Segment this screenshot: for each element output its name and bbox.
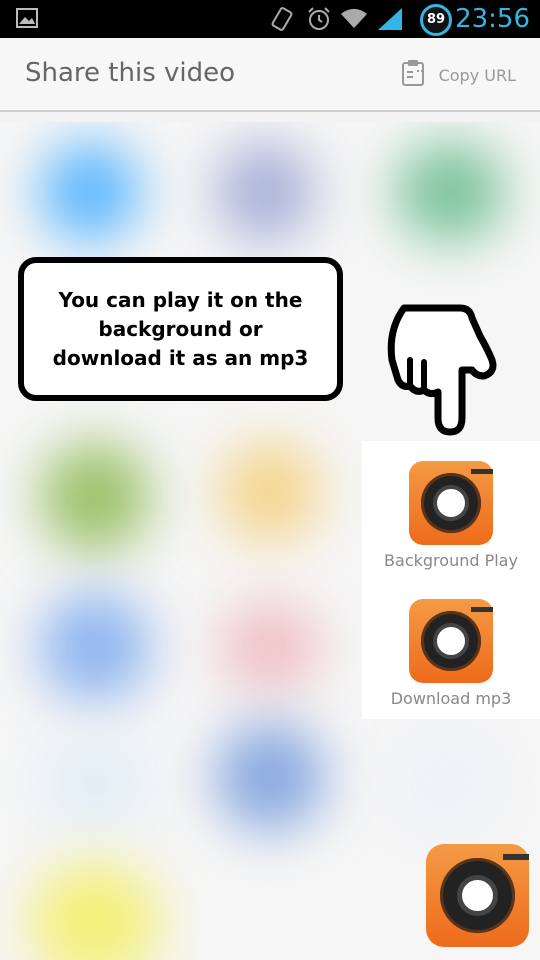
- blurred-app-icon: [220, 602, 320, 692]
- camera-lens-icon: [409, 599, 493, 683]
- option-label: Background Play: [384, 551, 518, 570]
- wifi-icon: [339, 6, 369, 35]
- share-header: Share this video Copy URL: [0, 38, 540, 112]
- copy-url-label: Copy URL: [438, 65, 516, 85]
- blurred-app-icon: [40, 142, 140, 242]
- extra-options-panel: Background Play Download mp3: [362, 441, 540, 719]
- battery-icon: 89: [420, 4, 452, 36]
- option-label: Download mp3: [390, 689, 512, 708]
- copy-url-button[interactable]: Copy URL: [401, 60, 516, 90]
- alarm-icon: [306, 6, 332, 37]
- blurred-app-icon: [215, 722, 325, 832]
- blurred-app-icon: [30, 862, 160, 960]
- download-mp3-option[interactable]: Download mp3: [362, 599, 540, 708]
- camera-lens-icon: [409, 461, 493, 545]
- background-play-option[interactable]: Background Play: [362, 461, 540, 570]
- hint-text: You can play it on the background or dow…: [52, 287, 309, 370]
- blurred-app-icon: [40, 732, 150, 832]
- blurred-app-icon: [40, 442, 150, 552]
- blurred-app-icon: [215, 142, 315, 242]
- rotate-icon: [270, 6, 294, 37]
- app-launcher-button[interactable]: [426, 844, 529, 947]
- pointing-hand-icon: [380, 300, 500, 445]
- clock: 23:56: [455, 4, 530, 34]
- blurred-app-icon: [390, 732, 500, 832]
- page-title: Share this video: [25, 58, 236, 88]
- signal-icon: [376, 6, 404, 37]
- hint-tooltip: You can play it on the background or dow…: [18, 257, 343, 401]
- status-bar: 89 23:56: [0, 0, 540, 38]
- blurred-app-icon: [395, 142, 505, 242]
- clipboard-icon: [401, 59, 439, 91]
- blurred-app-icon: [40, 592, 150, 702]
- blurred-app-icon: [220, 442, 320, 542]
- gallery-icon: [16, 8, 38, 33]
